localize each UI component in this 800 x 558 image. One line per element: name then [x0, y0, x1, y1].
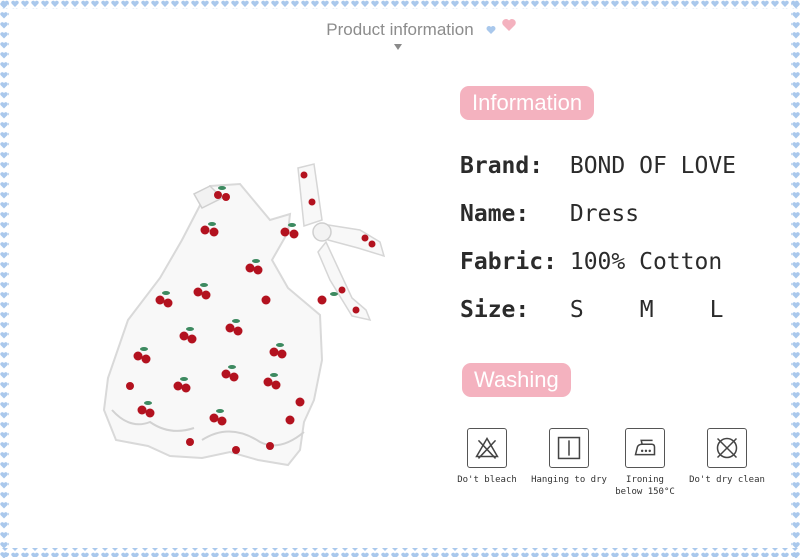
ironing-label-line-1: Ironing — [626, 475, 664, 485]
information-section-title: Information — [460, 86, 595, 120]
no-bleach-label: Do't bleach — [457, 475, 517, 485]
no-dry-clean-icon — [707, 428, 747, 468]
care-item-no-bleach: Do't bleach — [442, 428, 532, 486]
romper-illustration — [102, 163, 386, 467]
page-title: Product information — [326, 20, 474, 39]
iron-icon — [625, 428, 665, 468]
hanging-dry-icon — [549, 428, 589, 468]
name-value: Dress — [569, 201, 640, 227]
no-dry-clean-label: Do't dry clean — [689, 475, 765, 485]
fabric-label: Fabric: — [460, 249, 557, 275]
fabric-row: Fabric: 100% Cotton — [460, 249, 722, 281]
care-item-ironing: Ironing below 150°C — [600, 428, 690, 498]
brand-value: BOND OF LOVE — [569, 153, 737, 179]
size-option-s: S — [569, 297, 584, 323]
fabric-value: 100% Cotton — [569, 249, 723, 275]
ironing-label: Ironing below 150°C — [600, 474, 690, 498]
washing-section-title: Washing — [462, 363, 571, 397]
name-label: Name: — [460, 201, 530, 227]
ironing-label-line-2: below 150°C — [615, 487, 675, 497]
brand-label: Brand: — [460, 153, 544, 179]
hearts-decoration-icon — [486, 19, 516, 34]
product-image — [102, 163, 386, 467]
size-row: Size: S M L — [460, 297, 766, 329]
brand-row: Brand: BOND OF LOVE — [460, 153, 736, 185]
no-bleach-icon — [467, 428, 507, 468]
size-option-l: L — [709, 297, 724, 323]
size-option-m: M — [639, 297, 654, 323]
care-item-no-dry-clean: Do't dry clean — [682, 428, 772, 486]
caret-down-icon — [394, 44, 402, 50]
size-label: Size: — [460, 297, 530, 323]
name-row: Name: Dress — [460, 201, 639, 233]
